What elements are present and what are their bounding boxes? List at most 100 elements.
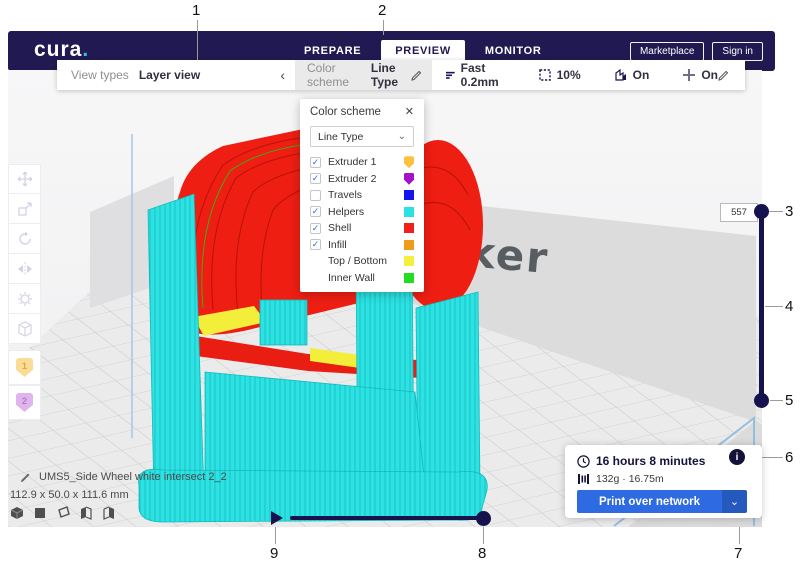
print-duration: 16 hours 8 minutes bbox=[596, 454, 705, 468]
simulation-slider-track[interactable] bbox=[290, 516, 482, 520]
layer-slider-track[interactable] bbox=[759, 212, 764, 400]
layers-icon bbox=[446, 70, 455, 81]
cura-preview-screen: { "header": { "logo_text": "cura", "logo… bbox=[0, 0, 800, 566]
rename-pencil-icon[interactable] bbox=[20, 472, 31, 483]
legend-row-inner-wall: Inner Wall bbox=[300, 270, 424, 287]
top-bottom-swatch bbox=[404, 256, 414, 266]
adhesion-setting[interactable]: On bbox=[683, 68, 718, 82]
edit-settings-pencil-icon[interactable] bbox=[718, 70, 729, 81]
print-over-network-button[interactable]: Print over network ⌄ bbox=[577, 490, 747, 513]
extruder-2-button[interactable]: 2 bbox=[8, 385, 41, 420]
material-usage: 132g · 16.75m bbox=[596, 473, 664, 485]
layer-slider-top-handle[interactable] bbox=[754, 204, 769, 219]
extruder-2-swatch bbox=[404, 173, 414, 185]
extruder-1-pin-icon: 1 bbox=[16, 358, 33, 377]
tab-prepare[interactable]: PREPARE bbox=[290, 40, 375, 62]
view-front-icon[interactable] bbox=[33, 506, 47, 520]
collapse-chevron-icon[interactable]: ‹ bbox=[280, 68, 285, 82]
simulation-play-button[interactable] bbox=[271, 511, 283, 525]
color-scheme-selector[interactable]: Color scheme Line Type bbox=[295, 60, 432, 90]
legend-row-top-bottom: Top / Bottom bbox=[300, 253, 424, 270]
print-options-chevron-icon[interactable]: ⌄ bbox=[722, 490, 747, 513]
helpers-swatch bbox=[404, 207, 414, 217]
callout-line-4 bbox=[765, 306, 783, 307]
mirror-tool-button[interactable] bbox=[8, 254, 41, 284]
profile-setting[interactable]: Fast 0.2mm bbox=[446, 61, 505, 89]
inner-wall-swatch bbox=[404, 273, 414, 283]
callout-line-2 bbox=[383, 20, 384, 35]
adhesion-icon bbox=[683, 69, 695, 81]
cura-logo: cura. bbox=[34, 38, 89, 62]
legend-row-extruder-1: Extruder 1 bbox=[300, 154, 424, 171]
helpers-checkbox[interactable] bbox=[310, 206, 321, 217]
camera-view-buttons bbox=[10, 506, 116, 520]
move-tool-button[interactable] bbox=[8, 164, 41, 194]
edit-pencil-icon[interactable] bbox=[411, 70, 422, 81]
preview-toolbar: View types Layer view ‹ Color scheme Lin… bbox=[57, 60, 745, 90]
callout-4: 4 bbox=[785, 298, 793, 315]
legend-row-infill: Infill bbox=[300, 237, 424, 254]
travels-swatch bbox=[404, 190, 414, 200]
callout-6: 6 bbox=[785, 449, 793, 466]
print-job-panel: 16 hours 8 minutes i 132g · 16.75m Print… bbox=[565, 445, 762, 518]
shell-checkbox[interactable] bbox=[310, 223, 321, 234]
callout-line-8 bbox=[483, 527, 484, 544]
legend-row-travels: Travels bbox=[300, 187, 424, 204]
per-model-settings-tool-button[interactable] bbox=[8, 284, 41, 314]
infill-setting[interactable]: 10% bbox=[539, 68, 581, 82]
callout-7: 7 bbox=[734, 545, 742, 562]
view-types-selector[interactable]: View types Layer view ‹ bbox=[57, 60, 295, 90]
support-icon bbox=[615, 69, 627, 81]
print-settings-summary[interactable]: Fast 0.2mm 10% On On bbox=[432, 60, 745, 90]
view-right-icon[interactable] bbox=[102, 506, 116, 520]
callout-2: 2 bbox=[378, 2, 386, 19]
callout-5: 5 bbox=[785, 392, 793, 409]
model-name: UMS5_Side Wheel white intersect 2_2 bbox=[39, 471, 227, 483]
extruder-1-checkbox[interactable] bbox=[310, 157, 321, 168]
callout-line-5 bbox=[770, 400, 783, 401]
view-types-label: View types bbox=[71, 68, 129, 82]
popup-title: Color scheme bbox=[310, 106, 381, 118]
callout-line-9 bbox=[275, 527, 276, 544]
rotate-tool-button[interactable] bbox=[8, 224, 41, 254]
layer-slider-bottom-handle[interactable] bbox=[754, 393, 769, 408]
callout-9: 9 bbox=[270, 545, 278, 562]
legend-row-extruder-2: Extruder 2 bbox=[300, 171, 424, 188]
tab-monitor[interactable]: MONITOR bbox=[471, 40, 556, 62]
signin-button[interactable]: Sign in bbox=[712, 42, 763, 61]
view-top-icon[interactable] bbox=[56, 506, 70, 520]
color-scheme-label: Color scheme bbox=[307, 61, 361, 89]
infill-icon bbox=[539, 69, 551, 81]
simulation-slider-handle[interactable] bbox=[476, 511, 491, 526]
view-3d-icon[interactable] bbox=[10, 506, 24, 520]
travels-checkbox[interactable] bbox=[310, 190, 321, 201]
marketplace-button[interactable]: Marketplace bbox=[630, 42, 704, 61]
extruder-1-swatch bbox=[404, 156, 414, 168]
infill-swatch bbox=[404, 240, 414, 250]
clock-icon bbox=[577, 455, 590, 468]
tool-sidebar bbox=[8, 164, 41, 344]
extruder-2-checkbox[interactable] bbox=[310, 173, 321, 184]
support-setting[interactable]: On bbox=[615, 68, 650, 82]
close-icon[interactable]: ✕ bbox=[405, 107, 414, 118]
color-scheme-popup: Color scheme ✕ Line Type ⌄ Extruder 1 Ex… bbox=[300, 99, 424, 292]
layer-number-label: 557 bbox=[720, 203, 758, 222]
spool-icon bbox=[577, 473, 590, 485]
infill-checkbox[interactable] bbox=[310, 239, 321, 250]
logo-dot: . bbox=[82, 38, 89, 61]
view-types-value: Layer view bbox=[139, 68, 200, 82]
model-dimensions: 112.9 x 50.0 x 111.6 mm bbox=[10, 489, 129, 501]
extruder-2-pin-icon: 2 bbox=[16, 393, 33, 412]
shell-swatch bbox=[404, 223, 414, 233]
callout-1: 1 bbox=[192, 2, 200, 19]
callout-3: 3 bbox=[785, 203, 793, 220]
support-blocker-tool-button[interactable] bbox=[8, 314, 41, 344]
line-type-dropdown[interactable]: Line Type ⌄ bbox=[310, 126, 414, 147]
extruder-1-button[interactable]: 1 bbox=[8, 350, 41, 385]
view-left-icon[interactable] bbox=[79, 506, 93, 520]
tab-preview[interactable]: PREVIEW bbox=[381, 40, 465, 62]
legend-row-shell: Shell bbox=[300, 220, 424, 237]
scale-tool-button[interactable] bbox=[8, 194, 41, 224]
callout-8: 8 bbox=[478, 545, 486, 562]
info-icon[interactable]: i bbox=[729, 449, 745, 465]
